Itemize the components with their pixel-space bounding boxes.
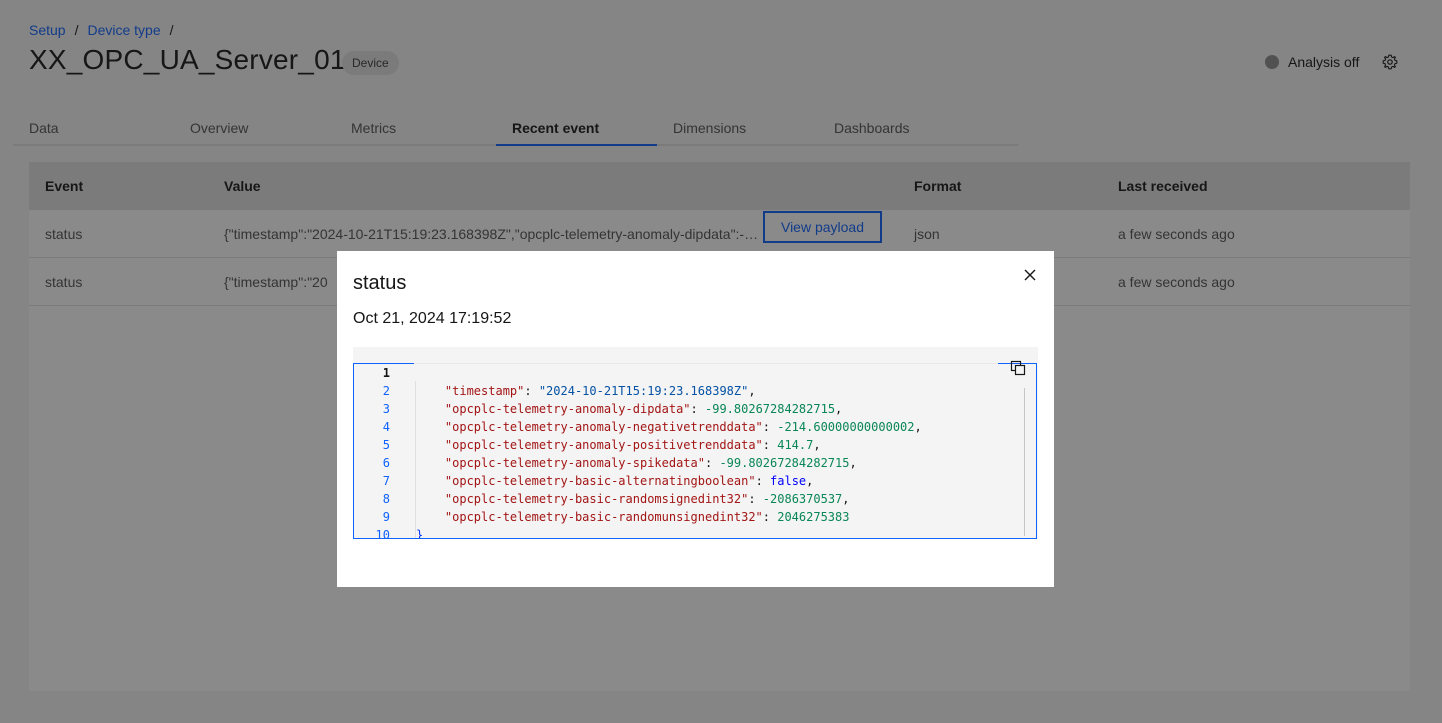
code-token: 414.7 <box>777 438 814 452</box>
code-line: 7 "opcplc-telemetry-basic-alternatingboo… <box>354 472 1014 490</box>
line-number: 1 <box>382 366 390 380</box>
line-number: 10 <box>375 528 390 539</box>
vertical-scrollbar[interactable] <box>1024 388 1025 536</box>
code-token: : <box>762 438 778 452</box>
code-token: "opcplc-telemetry-anomaly-positivetrendd… <box>416 438 763 452</box>
close-icon <box>1024 269 1036 281</box>
code-token: , <box>849 456 857 470</box>
code-token: : <box>748 492 763 506</box>
code-text: "opcplc-telemetry-anomaly-positivetrendd… <box>416 436 821 454</box>
code-token: 2046275383 <box>777 510 850 524</box>
code-text: "opcplc-telemetry-anomaly-negativetrendd… <box>416 418 922 436</box>
code-token: , <box>806 474 814 488</box>
code-text: "opcplc-telemetry-anomaly-spikedata": -9… <box>416 454 857 472</box>
copy-icon <box>1010 360 1026 376</box>
line-number: 4 <box>382 420 390 434</box>
code-token: "opcplc-telemetry-basic-randomsignedint3… <box>416 492 749 506</box>
copy-button[interactable] <box>1008 358 1028 378</box>
code-line: 2 "timestamp": "2024-10-21T15:19:23.1683… <box>354 382 1014 400</box>
line-number: 8 <box>382 492 390 506</box>
code-line: 10} <box>354 526 1014 539</box>
line-number: 6 <box>382 456 390 470</box>
code-text: "opcplc-telemetry-basic-randomsignedint3… <box>416 490 850 508</box>
close-button[interactable] <box>1019 264 1041 286</box>
code-text: "timestamp": "2024-10-21T15:19:23.168398… <box>416 382 756 400</box>
code-token: , <box>813 438 821 452</box>
payload-code-snippet: 1{2 "timestamp": "2024-10-21T15:19:23.16… <box>353 347 1038 539</box>
code-token: : <box>704 456 720 470</box>
code-token: "opcplc-telemetry-anomaly-negativetrendd… <box>416 420 763 434</box>
line-number: 5 <box>382 438 390 452</box>
code-token: , <box>842 492 850 506</box>
code-token: : <box>690 402 705 416</box>
code-editor[interactable]: 1{2 "timestamp": "2024-10-21T15:19:23.16… <box>353 363 1037 539</box>
line-number: 3 <box>382 402 390 416</box>
code-token: , <box>748 384 756 398</box>
payload-modal: status Oct 21, 2024 17:19:52 1{2 "timest… <box>337 251 1054 587</box>
code-token: "opcplc-telemetry-basic-randomunsignedin… <box>416 510 763 524</box>
code-token: "opcplc-telemetry-anomaly-dipdata" <box>416 402 691 416</box>
code-token: , <box>835 402 843 416</box>
code-line: 9 "opcplc-telemetry-basic-randomunsigned… <box>354 508 1014 526</box>
code-token: : <box>524 384 539 398</box>
code-token: "opcplc-telemetry-anomaly-spikedata" <box>416 456 705 470</box>
code-line: 4 "opcplc-telemetry-anomaly-negativetren… <box>354 418 1014 436</box>
code-line: 5 "opcplc-telemetry-anomaly-positivetren… <box>354 436 1014 454</box>
code-token: "timestamp" <box>416 384 525 398</box>
code-token: } <box>416 528 424 539</box>
code-toolbar <box>414 363 998 381</box>
code-text: "opcplc-telemetry-basic-alternatingboole… <box>416 472 813 490</box>
code-line: 8 "opcplc-telemetry-basic-randomsignedin… <box>354 490 1014 508</box>
line-number: 7 <box>382 474 390 488</box>
line-number: 2 <box>382 384 390 398</box>
code-token: "2024-10-21T15:19:23.168398Z" <box>538 384 749 398</box>
code-token: : <box>755 474 771 488</box>
code-token: -99.80267284282715 <box>719 456 850 470</box>
code-text: "opcplc-telemetry-basic-randomunsignedin… <box>416 508 850 526</box>
code-text: "opcplc-telemetry-anomaly-dipdata": -99.… <box>416 400 842 418</box>
code-token: false <box>770 474 807 488</box>
code-text: } <box>416 526 424 539</box>
code-token: : <box>762 420 778 434</box>
modal-title: status <box>353 272 407 294</box>
code-line: 3 "opcplc-telemetry-anomaly-dipdata": -9… <box>354 400 1014 418</box>
event-timestamp: Oct 21, 2024 17:19:52 <box>353 310 512 327</box>
code-token: -2086370537 <box>762 492 843 506</box>
code-token: , <box>914 420 922 434</box>
code-line: 6 "opcplc-telemetry-anomaly-spikedata": … <box>354 454 1014 472</box>
code-token: "opcplc-telemetry-basic-alternatingboole… <box>416 474 756 488</box>
code-token: : <box>762 510 778 524</box>
line-number: 9 <box>382 510 390 524</box>
code-token: -99.80267284282715 <box>705 402 836 416</box>
code-token: -214.60000000000002 <box>777 420 915 434</box>
